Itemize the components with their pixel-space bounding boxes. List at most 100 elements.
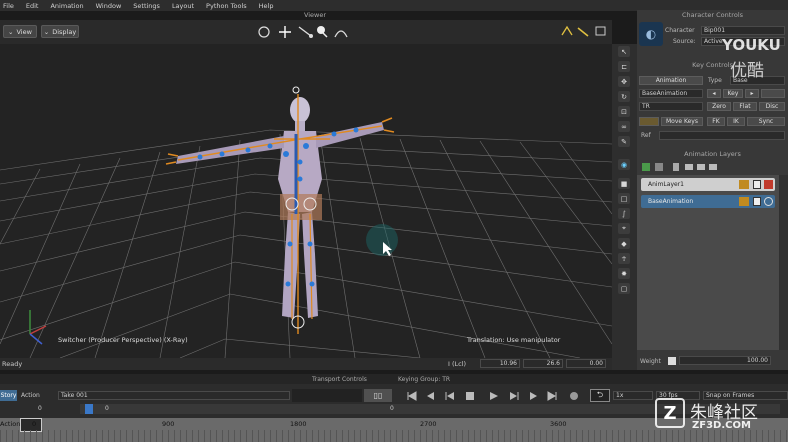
axis-gizmo-icon	[29, 310, 47, 345]
z-field[interactable]: 0.00	[566, 359, 606, 368]
flat-button[interactable]: Flat	[733, 102, 757, 111]
character-select[interactable]: Bip001	[701, 26, 785, 35]
layer-solo-icon[interactable]	[753, 197, 761, 206]
x-field[interactable]: 10.96	[480, 359, 520, 368]
speed-select[interactable]: 1x	[613, 391, 653, 400]
take-select[interactable]: Take 001	[58, 391, 290, 400]
rotate-line-icon[interactable]	[298, 26, 313, 38]
character-logo-icon: ◐	[639, 22, 663, 46]
character-figure[interactable]	[165, 86, 395, 334]
chevron-down-icon: ⌄	[8, 27, 14, 36]
camera-icon[interactable]	[595, 26, 606, 36]
character-icon[interactable]: ◉	[618, 159, 630, 170]
lasso-icon[interactable]	[258, 26, 270, 38]
disc-button[interactable]: Disc	[759, 102, 785, 111]
goto-end-icon[interactable]	[547, 391, 557, 401]
y-field[interactable]: 26.6	[523, 359, 563, 368]
light-icon[interactable]: ✸	[618, 268, 630, 279]
transport-title: Transport Controls	[312, 376, 367, 383]
skeleton-icon[interactable]: ☥	[618, 253, 630, 264]
layer-row-selected[interactable]: BaseAnimation	[641, 195, 775, 208]
layer-solo-icon[interactable]	[753, 180, 761, 189]
ready-status: Ready	[2, 360, 23, 368]
key-controls-title: Key Controls	[692, 61, 733, 69]
layer-stack-icon[interactable]	[685, 164, 717, 170]
weight-slider[interactable]: 100.00	[679, 356, 771, 365]
play-icon[interactable]	[490, 392, 498, 400]
layer-disabled-icon[interactable]	[764, 197, 773, 206]
arc-icon[interactable]	[334, 30, 348, 38]
paint-tool-icon[interactable]: ✎	[618, 136, 630, 147]
playhead-handle[interactable]	[85, 404, 93, 414]
source-label: Source:	[673, 38, 696, 45]
take-select[interactable]: BaseAnimation	[639, 89, 703, 98]
move-keys-button[interactable]: Move Keys	[661, 117, 703, 126]
key-options-button[interactable]	[761, 89, 785, 98]
prev-key-button[interactable]: ◂	[707, 89, 721, 98]
curve-icon[interactable]: ∫	[618, 208, 630, 219]
menu-python-tools[interactable]: Python Tools	[206, 2, 247, 10]
loop-icon[interactable]: ⮌	[590, 389, 610, 402]
key-color-button[interactable]	[639, 117, 659, 126]
stop-icon[interactable]	[466, 392, 474, 400]
cube-outline-icon[interactable]: □	[618, 193, 630, 204]
menu-layout[interactable]: Layout	[172, 2, 194, 10]
manipulator-label: Translation: Use manipulator	[467, 336, 561, 344]
next-frame-icon[interactable]	[510, 392, 519, 400]
curve-tool-icon[interactable]	[561, 25, 573, 36]
cube-icon[interactable]: ■	[618, 178, 630, 189]
layer-settings-icon[interactable]	[655, 163, 663, 171]
ref-select[interactable]	[659, 131, 785, 140]
layer-lock-icon[interactable]	[739, 180, 749, 189]
zoom-icon[interactable]	[317, 26, 328, 38]
scale-tool-icon[interactable]: ⊡	[618, 106, 630, 117]
menu-help[interactable]: Help	[259, 2, 274, 10]
layout-toggle-button[interactable]: ▯▯	[364, 389, 392, 402]
menu-window[interactable]: Window	[96, 2, 122, 10]
diamond-icon[interactable]: ◆	[618, 238, 630, 249]
start-frame[interactable]: 0	[38, 405, 42, 412]
move-icon[interactable]	[279, 26, 291, 38]
add-layer-icon[interactable]	[642, 163, 650, 171]
viewport-3d[interactable]: Switcher (Producer Perspective) (X-Ray) …	[0, 44, 612, 358]
fk-button[interactable]: FK	[707, 117, 725, 126]
next-key-button[interactable]: ▸	[745, 89, 759, 98]
layer-row[interactable]: AnimLayer1	[641, 178, 775, 191]
story-button[interactable]: Story	[0, 390, 17, 401]
layers-scrollbar[interactable]	[779, 175, 788, 350]
timecode-display	[292, 389, 362, 402]
rotate-tool-icon[interactable]: ↻	[618, 91, 630, 102]
prev-key-icon[interactable]	[427, 392, 434, 400]
layer-lock-icon[interactable]	[739, 197, 749, 206]
move-tool-icon[interactable]: ✥	[618, 76, 630, 87]
animation-button[interactable]: Animation	[639, 76, 703, 85]
ruler-tick: 900	[162, 420, 175, 428]
frame-icon[interactable]: ▢	[618, 283, 630, 294]
delete-layer-icon[interactable]	[673, 163, 679, 171]
menu-edit[interactable]: Edit	[26, 2, 39, 10]
sync-button[interactable]: Sync	[747, 117, 785, 126]
key-button[interactable]: Key	[723, 89, 743, 98]
ruler-tick: 0	[32, 420, 37, 428]
menu-settings[interactable]: Settings	[133, 2, 160, 10]
link-tool-icon[interactable]: ∞	[618, 121, 630, 132]
menu-file[interactable]: File	[3, 2, 14, 10]
ruler-label: Action	[0, 420, 21, 428]
select-icon[interactable]: ↖	[618, 46, 630, 57]
keying-mode-select[interactable]: TR	[639, 102, 703, 111]
goto-start-icon[interactable]	[407, 391, 417, 401]
prev-frame-icon[interactable]	[445, 392, 454, 400]
zero-button[interactable]: Zero	[707, 102, 731, 111]
key-tool-icon[interactable]	[577, 27, 589, 37]
ik-button[interactable]: IK	[727, 117, 745, 126]
record-icon[interactable]	[570, 392, 578, 400]
view-menu-button[interactable]: ⌄ View	[3, 25, 37, 38]
next-key-icon[interactable]	[530, 392, 537, 400]
ruler-icon[interactable]: ⊏	[618, 61, 630, 72]
perspective-grid	[0, 86, 612, 358]
display-menu-button[interactable]: ⌄ Display	[41, 25, 79, 38]
menu-animation[interactable]: Animation	[50, 2, 83, 10]
pin-icon[interactable]: ⌖	[618, 223, 630, 234]
weight-key-icon[interactable]	[668, 357, 676, 365]
layer-mute-icon[interactable]	[764, 180, 773, 189]
